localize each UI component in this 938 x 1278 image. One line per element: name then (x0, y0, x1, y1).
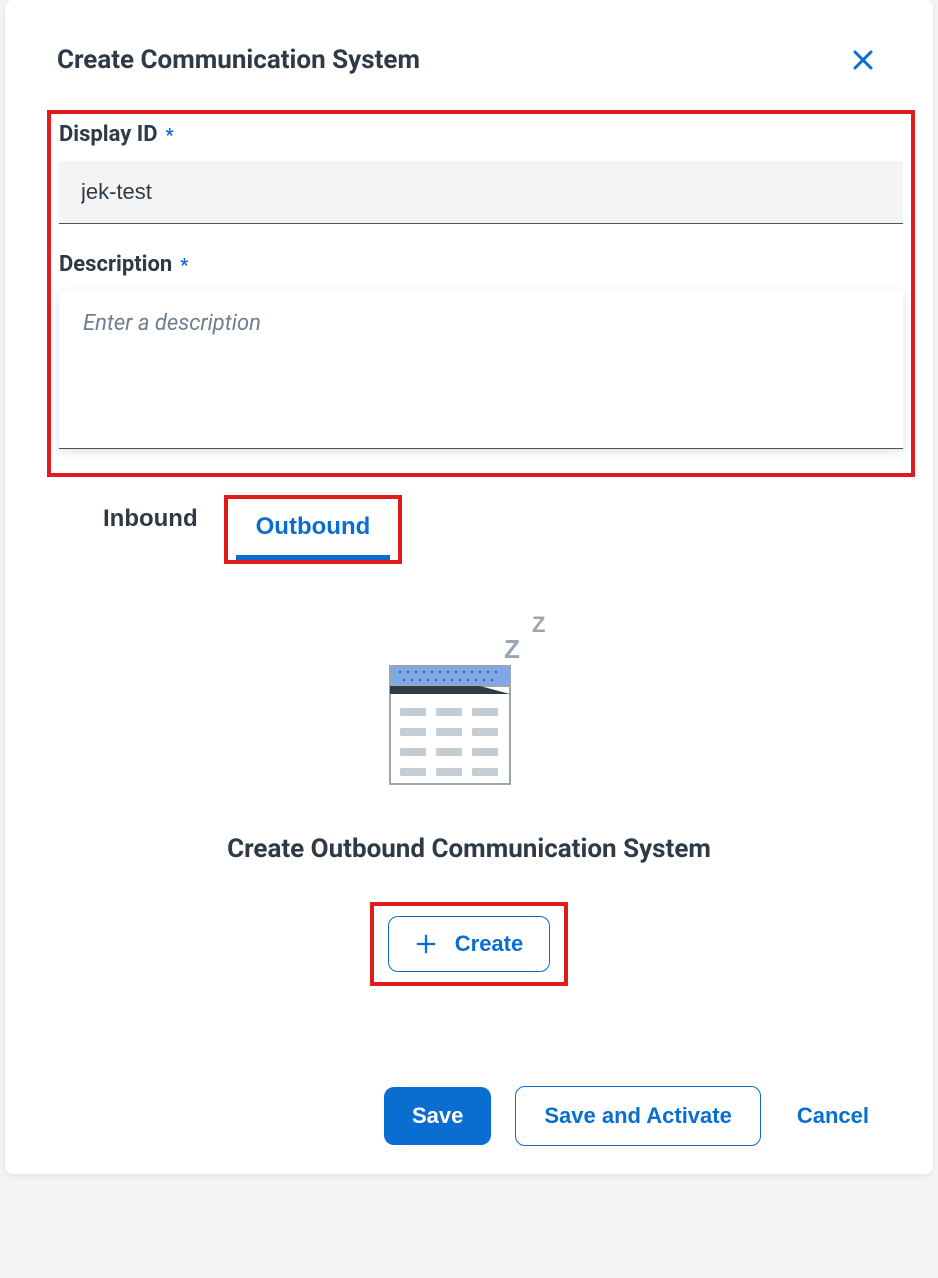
empty-table-sleep-icon: Z Z (384, 608, 554, 792)
display-id-label: Display ID * (59, 122, 903, 147)
create-button-label: Create (455, 931, 523, 957)
create-communication-system-dialog: Create Communication System Display ID *… (5, 0, 933, 1174)
description-label: Description * (59, 252, 903, 277)
description-field-group: Description * (59, 252, 903, 453)
create-outbound-button[interactable]: Create (388, 916, 550, 972)
dialog-header: Create Communication System (5, 0, 933, 102)
tab-outbound-highlight: Outbound (224, 495, 403, 564)
save-and-activate-button[interactable]: Save and Activate (515, 1086, 761, 1146)
empty-state-title: Create Outbound Communication System (5, 834, 933, 864)
save-button[interactable]: Save (384, 1087, 491, 1145)
dialog-title: Create Communication System (57, 45, 420, 75)
required-asterisk: * (180, 255, 188, 276)
close-icon (851, 48, 875, 72)
tab-bar: Inbound Outbound (5, 477, 933, 564)
display-id-label-text: Display ID (59, 122, 158, 147)
tab-inbound[interactable]: Inbound (83, 495, 218, 547)
display-id-input[interactable] (59, 161, 903, 224)
cancel-button[interactable]: Cancel (785, 1087, 881, 1145)
form-highlight-region: Display ID * Description * (47, 110, 915, 477)
create-button-highlight: Create (370, 902, 568, 986)
close-button[interactable] (845, 42, 881, 78)
description-label-text: Description (59, 252, 172, 277)
description-input[interactable] (59, 291, 903, 449)
required-asterisk: * (166, 125, 174, 146)
tab-outbound[interactable]: Outbound (236, 503, 391, 560)
svg-text:Z: Z (504, 634, 520, 664)
svg-text:Z: Z (532, 612, 545, 637)
outbound-empty-state: Z Z Create Outbound Com (5, 564, 933, 1006)
plus-icon (415, 933, 437, 955)
display-id-field-group: Display ID * (59, 122, 903, 224)
dialog-footer: Save Save and Activate Cancel (5, 1006, 933, 1174)
